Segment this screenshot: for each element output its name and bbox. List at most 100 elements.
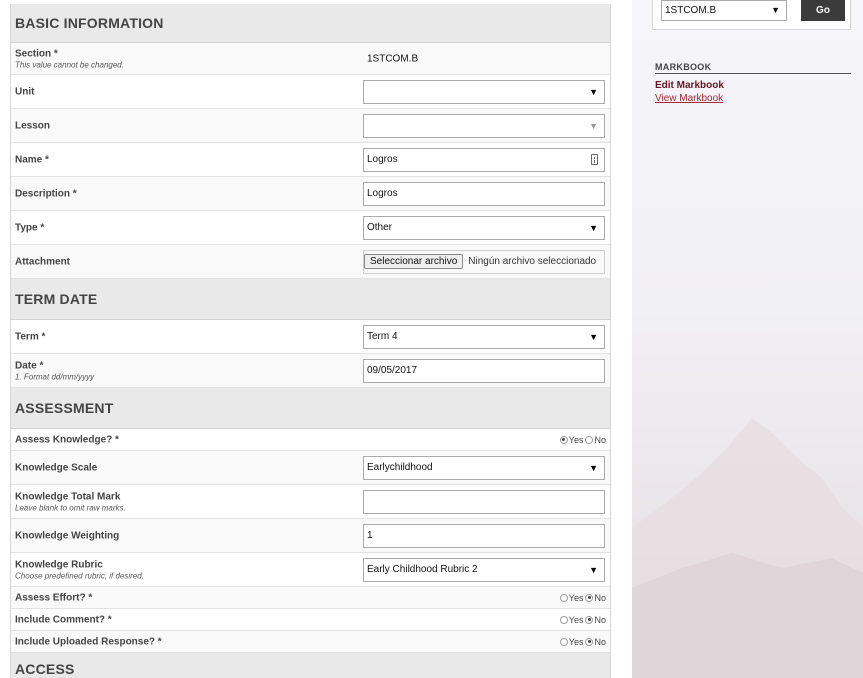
row-knowledge-scale: Knowledge Scale Earlychildhood ▼ xyxy=(11,451,610,485)
row-lesson: Lesson ▼ xyxy=(11,109,610,143)
knowledge-scale-label: Knowledge Scale xyxy=(15,462,98,473)
type-select-value: Other xyxy=(367,222,393,233)
section-value: 1STCOM.B xyxy=(367,53,419,64)
yes-label: Yes xyxy=(568,636,584,647)
no-label: No xyxy=(594,592,606,603)
assess-effort-yes-radio[interactable] xyxy=(559,593,568,602)
row-knowledge-rubric: Knowledge Rubric Choose predefined rubri… xyxy=(11,553,610,587)
row-name: Name * Logros xyxy=(11,143,610,177)
mountain-background xyxy=(632,418,863,678)
date-label: Date * xyxy=(15,360,44,371)
chevron-down-icon: ▼ xyxy=(589,120,598,131)
row-include-comment: Include Comment? * Yes No xyxy=(11,609,610,631)
date-sublabel: 1. Format dd/mm/yyyy xyxy=(15,372,95,381)
assess-knowledge-yes-radio[interactable] xyxy=(559,435,568,444)
name-label: Name * xyxy=(15,154,49,165)
date-input-value: 09/05/2017 xyxy=(367,365,418,376)
knowledge-total-label: Knowledge Total Mark xyxy=(15,491,121,502)
row-assess-effort: Assess Effort? * Yes No xyxy=(11,587,610,609)
name-input-value: Logros xyxy=(367,154,398,165)
knowledge-scale-value: Earlychildhood xyxy=(367,462,433,473)
knowledge-rubric-label: Knowledge Rubric xyxy=(15,559,103,570)
sidebar: 1STCOM.B ▼ Go MARKBOOK Edit Markbook Vie… xyxy=(632,0,863,678)
knowledge-rubric-value: Early Childhood Rubric 2 xyxy=(367,564,478,575)
unit-label: Unit xyxy=(15,86,35,97)
chevron-down-icon: ▼ xyxy=(589,86,598,97)
knowledge-scale-select[interactable]: Earlychildhood ▼ xyxy=(363,455,605,480)
lesson-label: Lesson xyxy=(15,120,51,131)
markbook-heading: MARKBOOK xyxy=(655,62,851,74)
knowledge-rubric-sublabel: Choose predefined rubric, if desired. xyxy=(15,571,144,580)
yes-label: Yes xyxy=(568,592,584,603)
section-switcher-value: 1STCOM.B xyxy=(665,5,717,16)
section-title-basic: BASIC INFORMATION xyxy=(15,15,164,31)
section-title-term: TERM DATE xyxy=(15,291,98,307)
knowledge-total-input[interactable] xyxy=(363,489,605,514)
yes-label: Yes xyxy=(568,434,584,445)
row-date: Date * 1. Format dd/mm/yyyy 09/05/2017 xyxy=(11,354,610,388)
description-label: Description * xyxy=(15,188,77,199)
row-knowledge-total: Knowledge Total Mark Leave blank to omit… xyxy=(11,485,610,519)
description-input-value: Logros xyxy=(367,188,398,199)
row-term: Term * Term 4 ▼ xyxy=(11,320,610,354)
section-label: Section * xyxy=(15,48,58,59)
include-uploaded-no-radio[interactable] xyxy=(585,637,594,646)
edit-markbook-link[interactable]: Edit Markbook xyxy=(655,80,724,91)
view-markbook-link[interactable]: View Markbook xyxy=(655,93,723,104)
chevron-down-icon: ▼ xyxy=(589,331,598,342)
assess-knowledge-no-radio[interactable] xyxy=(585,435,594,444)
section-title-assessment: ASSESSMENT xyxy=(15,400,114,416)
go-button[interactable]: Go xyxy=(801,0,845,21)
type-label: Type * xyxy=(15,222,45,233)
choose-file-button[interactable]: Seleccionar archivo xyxy=(364,254,464,269)
lesson-select[interactable]: ▼ xyxy=(363,113,605,138)
include-uploaded-label: Include Uploaded Response? * xyxy=(15,636,162,647)
main-form: BASIC INFORMATION Section * This value c… xyxy=(10,4,611,678)
include-comment-yes-radio[interactable] xyxy=(559,615,568,624)
section-sublabel: This value cannot be changed. xyxy=(15,60,124,69)
unit-select[interactable]: ▼ xyxy=(363,79,605,104)
include-comment-radios: Yes No xyxy=(558,615,606,625)
row-unit: Unit ▼ xyxy=(11,75,610,109)
row-assess-knowledge: Assess Knowledge? * Yes No xyxy=(11,429,610,451)
row-include-uploaded: Include Uploaded Response? * Yes No xyxy=(11,631,610,653)
chevron-down-icon: ▼ xyxy=(589,222,598,233)
date-input[interactable]: 09/05/2017 xyxy=(363,358,605,383)
type-select[interactable]: Other ▼ xyxy=(363,215,605,240)
assess-effort-no-radio[interactable] xyxy=(585,593,594,602)
chevron-down-icon: ▼ xyxy=(589,564,598,575)
include-comment-no-radio[interactable] xyxy=(585,615,594,624)
attachment-file-input[interactable]: Seleccionar archivo Ningún archivo selec… xyxy=(363,249,605,274)
term-label: Term * xyxy=(15,331,46,342)
include-comment-label: Include Comment? * xyxy=(15,614,112,625)
no-label: No xyxy=(594,434,606,445)
row-attachment: Attachment Seleccionar archivo Ningún ar… xyxy=(11,245,610,279)
file-status: Ningún archivo seleccionado xyxy=(468,256,597,267)
knowledge-weighting-input[interactable]: 1 xyxy=(363,523,605,548)
chevron-down-icon: ▼ xyxy=(589,462,598,473)
chevron-down-icon: ▼ xyxy=(771,5,780,15)
name-input[interactable]: Logros xyxy=(363,147,605,172)
section-header-assessment: ASSESSMENT xyxy=(11,388,610,429)
include-uploaded-radios: Yes No xyxy=(558,637,606,647)
term-select[interactable]: Term 4 ▼ xyxy=(363,324,605,349)
row-knowledge-weighting: Knowledge Weighting 1 xyxy=(11,519,610,553)
assess-effort-radios: Yes No xyxy=(558,593,606,603)
row-type: Type * Other ▼ xyxy=(11,211,610,245)
assess-knowledge-radios: Yes No xyxy=(558,435,606,445)
row-section: Section * This value cannot be changed. … xyxy=(11,43,610,75)
include-uploaded-yes-radio[interactable] xyxy=(559,637,568,646)
section-title-access: ACCESS xyxy=(15,661,75,677)
attachment-label: Attachment xyxy=(15,256,71,267)
knowledge-rubric-select[interactable]: Early Childhood Rubric 2 ▼ xyxy=(363,557,605,582)
knowledge-total-sublabel: Leave blank to omit raw marks. xyxy=(15,503,126,512)
section-header-term: TERM DATE xyxy=(11,279,610,320)
section-switcher-select[interactable]: 1STCOM.B ▼ xyxy=(661,0,787,21)
description-input[interactable]: Logros xyxy=(363,181,605,206)
no-label: No xyxy=(594,614,606,625)
term-select-value: Term 4 xyxy=(367,331,398,342)
assess-effort-label: Assess Effort? * xyxy=(15,592,93,603)
row-description: Description * Logros xyxy=(11,177,610,211)
section-header-access: ACCESS xyxy=(11,653,610,678)
contact-card-icon[interactable] xyxy=(591,153,598,165)
